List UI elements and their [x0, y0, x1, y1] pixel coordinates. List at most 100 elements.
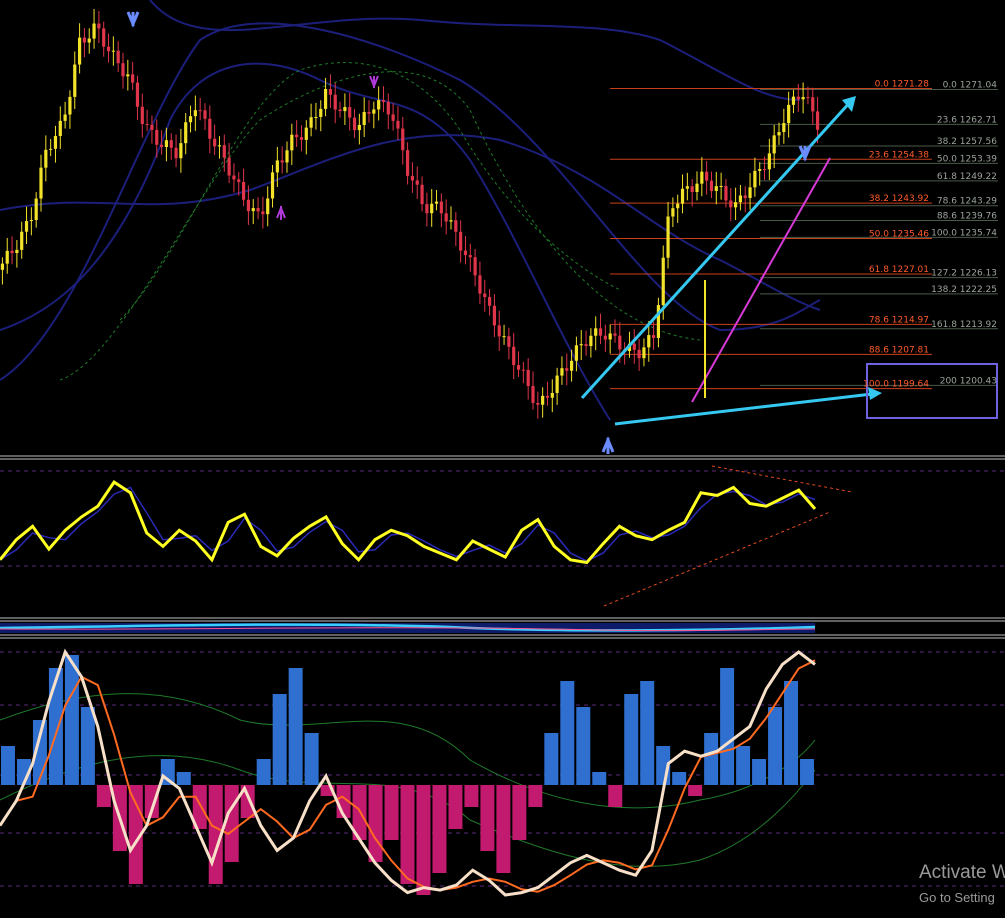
candle-body [700, 171, 704, 184]
candle-body [367, 111, 371, 114]
candle-body [709, 180, 714, 191]
fib-label-right: 78.6 1243.29 [937, 197, 997, 207]
fib-label-left: 23.6 1254.38 [869, 150, 929, 160]
candle-body [34, 198, 38, 221]
fib-label-right: 88.6 1239.76 [937, 212, 997, 222]
candle-body [319, 108, 323, 118]
candle-body [241, 182, 246, 200]
candle-body [208, 118, 212, 139]
histogram-bar [256, 759, 271, 785]
histogram-bar [672, 772, 687, 785]
candle-body [5, 250, 9, 264]
candle-body [73, 64, 77, 97]
candle-body [131, 74, 135, 83]
histogram-bar [96, 785, 111, 807]
candle-body [256, 208, 260, 212]
histogram-bar [448, 785, 463, 829]
candle-body [661, 257, 665, 306]
histogram-bar [384, 785, 399, 840]
candle-body [767, 153, 771, 170]
candle-body [295, 134, 299, 138]
candle-body [405, 150, 410, 176]
candle-body [637, 349, 641, 359]
candle-body [92, 23, 96, 39]
candle-body [280, 160, 284, 163]
candle-body [545, 395, 550, 398]
candle-body [188, 116, 193, 123]
candle-body [24, 221, 29, 232]
candle-body [685, 186, 689, 189]
histogram-bar [416, 785, 431, 895]
candle-body [82, 37, 87, 43]
candle-body [680, 188, 685, 204]
candle-body [44, 149, 48, 168]
candle-body [203, 110, 207, 119]
candle-body [377, 100, 381, 110]
candle-body [487, 297, 492, 306]
candle-body [772, 135, 776, 154]
fib-label-right: 161.8 1213.92 [931, 320, 997, 330]
fib-label-left: 38.2 1243.92 [869, 194, 929, 204]
histogram-bar [560, 681, 575, 785]
candle-body [483, 293, 487, 298]
fib-label-left: 0.0 1271.28 [875, 79, 930, 89]
candle-body [309, 117, 313, 128]
candle-body [463, 250, 468, 256]
candle-body [106, 46, 111, 52]
candle-body [396, 120, 400, 129]
histogram-bar [768, 707, 783, 785]
candle-body [507, 336, 511, 347]
candle-body [425, 204, 429, 214]
candle-body [748, 187, 752, 198]
candle-body [266, 198, 270, 215]
histogram-bar [784, 681, 799, 785]
candle-body [526, 369, 530, 387]
candle-body [434, 201, 439, 204]
candle-body [594, 328, 598, 336]
candle-body [420, 184, 424, 205]
candle-body [753, 170, 757, 188]
candle-body [198, 110, 202, 112]
candle-body [801, 97, 805, 100]
trading-chart[interactable]: 0.0 1271.28 23.6 1254.38 38.2 1243.92 50.0 … [0, 0, 1005, 918]
candle-body [304, 127, 308, 140]
candle-body [155, 129, 159, 145]
activation-watermark-subtitle: Go to Setting [919, 890, 995, 905]
candle-body [439, 201, 443, 214]
candle-body [348, 107, 352, 118]
candle-body [68, 96, 72, 115]
candle-body [724, 185, 728, 201]
candle-body [328, 88, 333, 95]
candle-body [569, 360, 574, 371]
candle-body [53, 135, 58, 149]
histogram-bar [272, 694, 287, 785]
candle-body [598, 328, 603, 336]
candle-body [714, 186, 718, 191]
candle-body [246, 199, 251, 212]
candle-body [333, 94, 337, 110]
candle-body [126, 74, 130, 77]
candle-body [666, 216, 670, 258]
candle-body [39, 167, 43, 199]
candle-body [381, 100, 386, 102]
candle-body [20, 231, 24, 250]
histogram-bar [400, 785, 415, 884]
candle-body [536, 402, 540, 405]
candle-body [275, 160, 279, 173]
histogram-bar [608, 785, 623, 807]
candle-body [729, 200, 733, 208]
candle-body [541, 395, 545, 405]
candle-body [159, 144, 164, 148]
candle-body [251, 208, 255, 212]
histogram-bar [624, 694, 639, 785]
histogram-bar [1, 746, 15, 785]
histogram-bar [48, 668, 63, 785]
candle-body [584, 344, 588, 347]
candle-body [671, 208, 675, 217]
candle-body [468, 255, 472, 258]
candle-body [733, 202, 738, 208]
candle-body [193, 110, 197, 117]
fib-label-right: 100.0 1235.74 [931, 228, 997, 238]
candle-body [29, 220, 33, 222]
fib-label-right: 61.8 1249.22 [937, 172, 997, 182]
